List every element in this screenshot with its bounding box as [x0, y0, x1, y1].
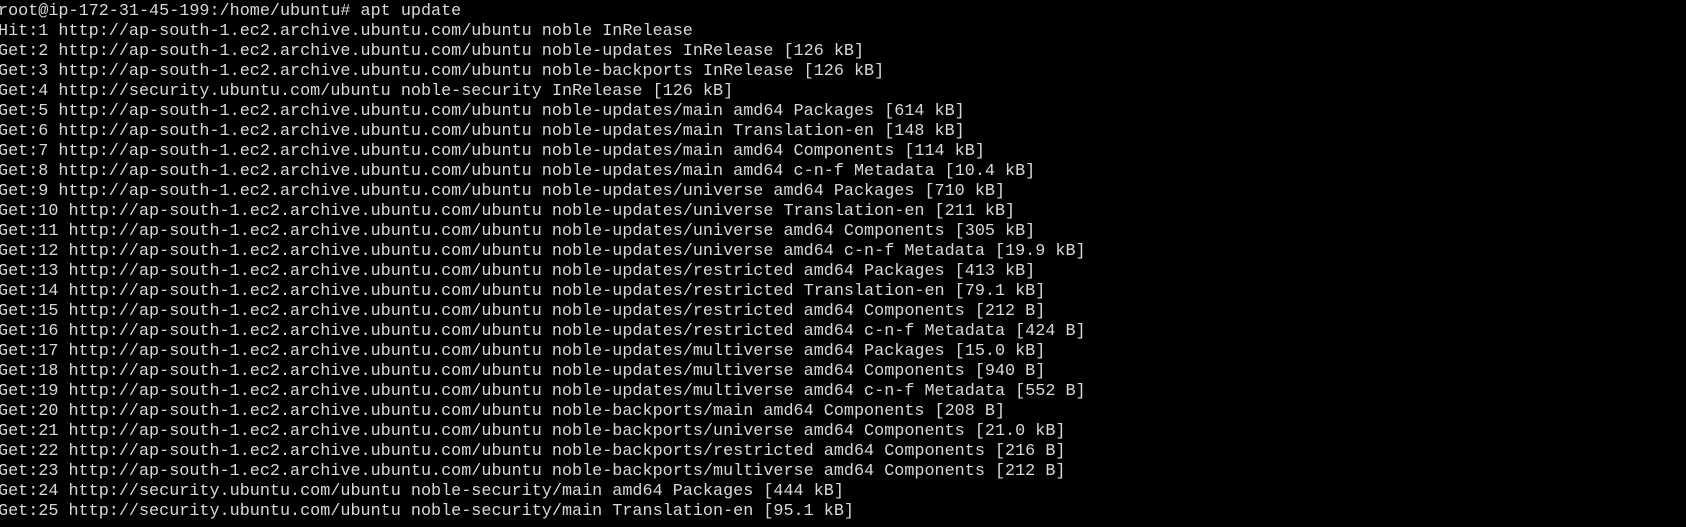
- terminal-output-line: Get:24 http://security.ubuntu.com/ubuntu…: [0, 482, 844, 501]
- terminal-output-line: Get:18 http://ap-south-1.ec2.archive.ubu…: [0, 362, 1046, 381]
- terminal-output-line: Hit:1 http://ap-south-1.ec2.archive.ubun…: [0, 22, 693, 41]
- terminal-output-line: Get:11 http://ap-south-1.ec2.archive.ubu…: [0, 222, 1036, 241]
- terminal-output-line: Get:13 http://ap-south-1.ec2.archive.ubu…: [0, 262, 1036, 281]
- terminal-output-line: Get:4 http://security.ubuntu.com/ubuntu …: [0, 82, 734, 101]
- terminal-window[interactable]: root@ip-172-31-45-199:/home/ubuntu# apt …: [0, 0, 1686, 527]
- terminal-output-line: Get:3 http://ap-south-1.ec2.archive.ubun…: [0, 62, 885, 81]
- terminal-output-line: Get:19 http://ap-south-1.ec2.archive.ubu…: [0, 382, 1086, 401]
- terminal-output-line: Get:15 http://ap-south-1.ec2.archive.ubu…: [0, 302, 1046, 321]
- terminal-output-line: Get:6 http://ap-south-1.ec2.archive.ubun…: [0, 122, 965, 141]
- terminal-prompt-line: root@ip-172-31-45-199:/home/ubuntu# apt …: [0, 2, 462, 21]
- terminal-output-line: Get:10 http://ap-south-1.ec2.archive.ubu…: [0, 202, 1016, 221]
- terminal-output-line: Get:14 http://ap-south-1.ec2.archive.ubu…: [0, 282, 1046, 301]
- terminal-output-line: Get:8 http://ap-south-1.ec2.archive.ubun…: [0, 162, 1036, 181]
- terminal-output-line: Get:5 http://ap-south-1.ec2.archive.ubun…: [0, 102, 965, 121]
- terminal-output-line: Get:7 http://ap-south-1.ec2.archive.ubun…: [0, 142, 985, 161]
- terminal-output-line: Get:9 http://ap-south-1.ec2.archive.ubun…: [0, 182, 1006, 201]
- terminal-output-line: Get:25 http://security.ubuntu.com/ubuntu…: [0, 502, 854, 521]
- terminal-output-line: Get:12 http://ap-south-1.ec2.archive.ubu…: [0, 242, 1086, 261]
- terminal-output-line: Get:16 http://ap-south-1.ec2.archive.ubu…: [0, 322, 1086, 341]
- terminal-output-line: Get:21 http://ap-south-1.ec2.archive.ubu…: [0, 422, 1066, 441]
- terminal-output-line: Get:22 http://ap-south-1.ec2.archive.ubu…: [0, 442, 1066, 461]
- terminal-output-line: Get:23 http://ap-south-1.ec2.archive.ubu…: [0, 462, 1066, 481]
- terminal-output-line: Get:20 http://ap-south-1.ec2.archive.ubu…: [0, 402, 1006, 421]
- terminal-output-line: Get:2 http://ap-south-1.ec2.archive.ubun…: [0, 42, 865, 61]
- terminal-output-line: Get:17 http://ap-south-1.ec2.archive.ubu…: [0, 342, 1046, 361]
